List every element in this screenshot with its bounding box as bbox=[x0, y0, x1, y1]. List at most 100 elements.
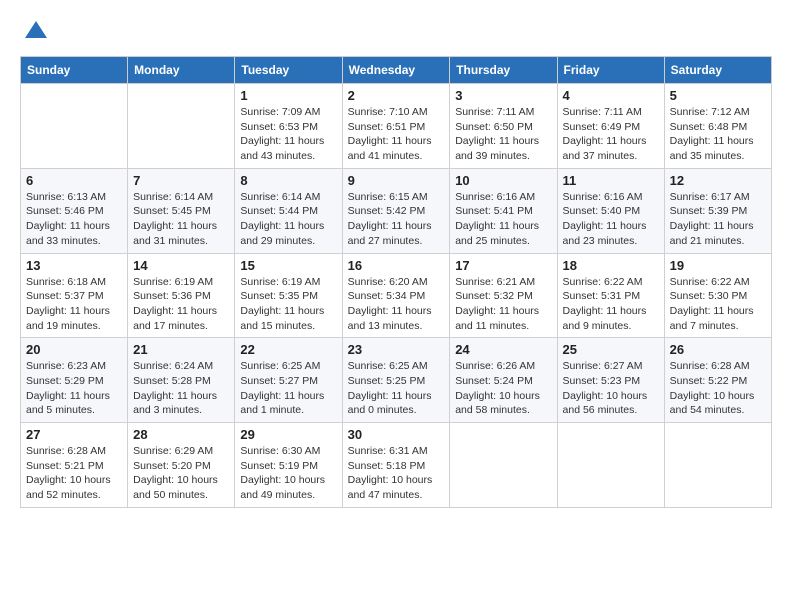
weekday-header-saturday: Saturday bbox=[664, 57, 771, 84]
page: SundayMondayTuesdayWednesdayThursdayFrid… bbox=[0, 0, 792, 526]
day-detail: Sunrise: 6:14 AM Sunset: 5:44 PM Dayligh… bbox=[240, 190, 336, 249]
day-number: 8 bbox=[240, 173, 336, 188]
weekday-header-wednesday: Wednesday bbox=[342, 57, 450, 84]
weekday-header-sunday: Sunday bbox=[21, 57, 128, 84]
day-number: 23 bbox=[348, 342, 445, 357]
day-number: 5 bbox=[670, 88, 766, 103]
calendar-cell bbox=[664, 423, 771, 508]
day-number: 24 bbox=[455, 342, 551, 357]
day-detail: Sunrise: 6:24 AM Sunset: 5:28 PM Dayligh… bbox=[133, 359, 229, 418]
calendar-cell: 5 Sunrise: 7:12 AM Sunset: 6:48 PM Daylig… bbox=[664, 84, 771, 169]
calendar-cell: 8 Sunrise: 6:14 AM Sunset: 5:44 PM Daylig… bbox=[235, 168, 342, 253]
day-number: 13 bbox=[26, 258, 122, 273]
calendar-cell: 27 Sunrise: 6:28 AM Sunset: 5:21 PM Dayli… bbox=[21, 423, 128, 508]
day-detail: Sunrise: 6:25 AM Sunset: 5:25 PM Dayligh… bbox=[348, 359, 445, 418]
day-detail: Sunrise: 6:17 AM Sunset: 5:39 PM Dayligh… bbox=[670, 190, 766, 249]
calendar-cell: 15Sunrise: 6:19 AM Sunset: 5:35 PM Dayli… bbox=[235, 253, 342, 338]
day-number: 15 bbox=[240, 258, 336, 273]
calendar-cell: 7Sunrise: 6:14 AM Sunset: 5:45 PM Daylig… bbox=[128, 168, 235, 253]
day-detail: Sunrise: 6:28 AM Sunset: 5:21 PM Dayligh… bbox=[26, 444, 122, 503]
calendar-cell: 4Sunrise: 7:11 AM Sunset: 6:49 PM Daylig… bbox=[557, 84, 664, 169]
day-number: 11 bbox=[563, 173, 659, 188]
day-number: 25 bbox=[563, 342, 659, 357]
calendar-cell: 21 Sunrise: 6:24 AM Sunset: 5:28 PM Dayli… bbox=[128, 338, 235, 423]
calendar-cell: 24 Sunrise: 6:26 AM Sunset: 5:24 PM Dayli… bbox=[450, 338, 557, 423]
day-number: 16 bbox=[348, 258, 445, 273]
day-number: 17 bbox=[455, 258, 551, 273]
day-number: 27 bbox=[26, 427, 122, 442]
calendar-week-row: 1Sunrise: 7:09 AM Sunset: 6:53 PM Daylig… bbox=[21, 84, 772, 169]
logo bbox=[20, 18, 50, 46]
calendar-week-row: 13 Sunrise: 6:18 AM Sunset: 5:37 PM Dayli… bbox=[21, 253, 772, 338]
calendar-cell: 3Sunrise: 7:11 AM Sunset: 6:50 PM Daylig… bbox=[450, 84, 557, 169]
day-detail: Sunrise: 6:25 AM Sunset: 5:27 PM Dayligh… bbox=[240, 359, 336, 418]
calendar-cell bbox=[557, 423, 664, 508]
day-detail: Sunrise: 6:22 AM Sunset: 5:31 PM Dayligh… bbox=[563, 275, 659, 334]
day-number: 10 bbox=[455, 173, 551, 188]
day-number: 26 bbox=[670, 342, 766, 357]
header bbox=[20, 18, 772, 46]
day-number: 12 bbox=[670, 173, 766, 188]
day-detail: Sunrise: 7:11 AM Sunset: 6:50 PM Dayligh… bbox=[455, 105, 551, 164]
day-detail: Sunrise: 7:12 AM Sunset: 6:48 PM Dayligh… bbox=[670, 105, 766, 164]
day-detail: Sunrise: 7:09 AM Sunset: 6:53 PM Dayligh… bbox=[240, 105, 336, 164]
calendar-cell: 6 Sunrise: 6:13 AM Sunset: 5:46 PM Daylig… bbox=[21, 168, 128, 253]
day-number: 9 bbox=[348, 173, 445, 188]
calendar-cell: 25 Sunrise: 6:27 AM Sunset: 5:23 PM Dayli… bbox=[557, 338, 664, 423]
day-detail: Sunrise: 6:23 AM Sunset: 5:29 PM Dayligh… bbox=[26, 359, 122, 418]
calendar-cell: 11 Sunrise: 6:16 AM Sunset: 5:40 PM Dayli… bbox=[557, 168, 664, 253]
calendar-cell: 18 Sunrise: 6:22 AM Sunset: 5:31 PM Dayli… bbox=[557, 253, 664, 338]
day-number: 19 bbox=[670, 258, 766, 273]
calendar-cell: 2 Sunrise: 7:10 AM Sunset: 6:51 PM Daylig… bbox=[342, 84, 450, 169]
calendar-cell: 28Sunrise: 6:29 AM Sunset: 5:20 PM Dayli… bbox=[128, 423, 235, 508]
day-number: 14 bbox=[133, 258, 229, 273]
day-detail: Sunrise: 6:16 AM Sunset: 5:40 PM Dayligh… bbox=[563, 190, 659, 249]
weekday-header-friday: Friday bbox=[557, 57, 664, 84]
calendar-cell: 23 Sunrise: 6:25 AM Sunset: 5:25 PM Dayli… bbox=[342, 338, 450, 423]
day-number: 22 bbox=[240, 342, 336, 357]
calendar-cell: 22 Sunrise: 6:25 AM Sunset: 5:27 PM Dayli… bbox=[235, 338, 342, 423]
calendar-cell: 19 Sunrise: 6:22 AM Sunset: 5:30 PM Dayli… bbox=[664, 253, 771, 338]
calendar-cell: 16 Sunrise: 6:20 AM Sunset: 5:34 PM Dayli… bbox=[342, 253, 450, 338]
calendar-cell: 20 Sunrise: 6:23 AM Sunset: 5:29 PM Dayli… bbox=[21, 338, 128, 423]
day-detail: Sunrise: 6:20 AM Sunset: 5:34 PM Dayligh… bbox=[348, 275, 445, 334]
logo-icon bbox=[22, 18, 50, 46]
day-number: 21 bbox=[133, 342, 229, 357]
calendar-cell: 13 Sunrise: 6:18 AM Sunset: 5:37 PM Dayli… bbox=[21, 253, 128, 338]
calendar-cell: 10 Sunrise: 6:16 AM Sunset: 5:41 PM Dayli… bbox=[450, 168, 557, 253]
calendar-cell: 14 Sunrise: 6:19 AM Sunset: 5:36 PM Dayli… bbox=[128, 253, 235, 338]
calendar-cell bbox=[450, 423, 557, 508]
calendar-cell: 9 Sunrise: 6:15 AM Sunset: 5:42 PM Daylig… bbox=[342, 168, 450, 253]
calendar-table: SundayMondayTuesdayWednesdayThursdayFrid… bbox=[20, 56, 772, 508]
calendar-cell: 1Sunrise: 7:09 AM Sunset: 6:53 PM Daylig… bbox=[235, 84, 342, 169]
day-detail: Sunrise: 6:31 AM Sunset: 5:18 PM Dayligh… bbox=[348, 444, 445, 503]
day-number: 7 bbox=[133, 173, 229, 188]
day-detail: Sunrise: 7:10 AM Sunset: 6:51 PM Dayligh… bbox=[348, 105, 445, 164]
weekday-header-monday: Monday bbox=[128, 57, 235, 84]
calendar-cell: 26 Sunrise: 6:28 AM Sunset: 5:22 PM Dayli… bbox=[664, 338, 771, 423]
day-detail: Sunrise: 6:26 AM Sunset: 5:24 PM Dayligh… bbox=[455, 359, 551, 418]
day-number: 20 bbox=[26, 342, 122, 357]
day-number: 29 bbox=[240, 427, 336, 442]
day-detail: Sunrise: 6:22 AM Sunset: 5:30 PM Dayligh… bbox=[670, 275, 766, 334]
calendar-week-row: 6 Sunrise: 6:13 AM Sunset: 5:46 PM Daylig… bbox=[21, 168, 772, 253]
day-detail: Sunrise: 6:16 AM Sunset: 5:41 PM Dayligh… bbox=[455, 190, 551, 249]
calendar-cell bbox=[21, 84, 128, 169]
day-detail: Sunrise: 6:27 AM Sunset: 5:23 PM Dayligh… bbox=[563, 359, 659, 418]
day-detail: Sunrise: 6:15 AM Sunset: 5:42 PM Dayligh… bbox=[348, 190, 445, 249]
calendar-cell: 29 Sunrise: 6:30 AM Sunset: 5:19 PM Dayli… bbox=[235, 423, 342, 508]
day-detail: Sunrise: 6:13 AM Sunset: 5:46 PM Dayligh… bbox=[26, 190, 122, 249]
calendar-week-row: 20 Sunrise: 6:23 AM Sunset: 5:29 PM Dayli… bbox=[21, 338, 772, 423]
day-detail: Sunrise: 6:19 AM Sunset: 5:36 PM Dayligh… bbox=[133, 275, 229, 334]
day-number: 2 bbox=[348, 88, 445, 103]
weekday-header-row: SundayMondayTuesdayWednesdayThursdayFrid… bbox=[21, 57, 772, 84]
day-number: 6 bbox=[26, 173, 122, 188]
calendar-cell: 17 Sunrise: 6:21 AM Sunset: 5:32 PM Dayli… bbox=[450, 253, 557, 338]
day-detail: Sunrise: 6:21 AM Sunset: 5:32 PM Dayligh… bbox=[455, 275, 551, 334]
day-detail: Sunrise: 6:28 AM Sunset: 5:22 PM Dayligh… bbox=[670, 359, 766, 418]
calendar-cell bbox=[128, 84, 235, 169]
day-number: 18 bbox=[563, 258, 659, 273]
day-detail: Sunrise: 6:30 AM Sunset: 5:19 PM Dayligh… bbox=[240, 444, 336, 503]
day-detail: Sunrise: 6:18 AM Sunset: 5:37 PM Dayligh… bbox=[26, 275, 122, 334]
logo-general bbox=[20, 18, 50, 46]
